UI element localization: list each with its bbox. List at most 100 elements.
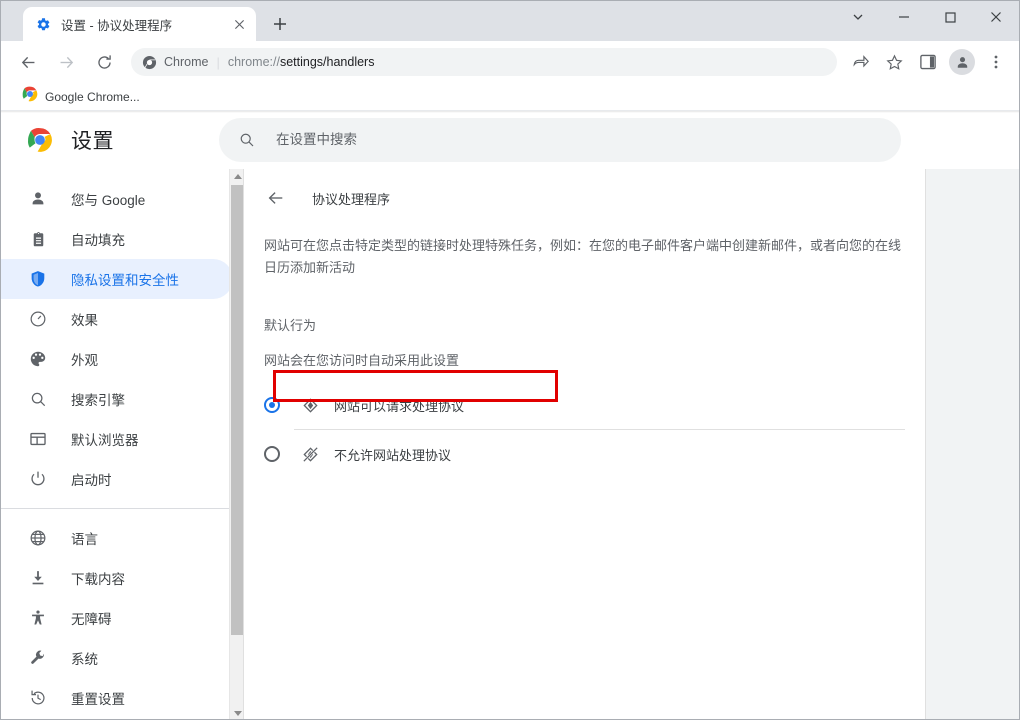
section-subtitle: 网站会在您访问时自动采用此设置 — [264, 353, 460, 368]
url-prefix: chrome:// — [227, 55, 280, 69]
back-icon[interactable] — [13, 47, 43, 77]
globe-icon — [28, 528, 48, 548]
settings-body: 您与 Google 自动填充 隐私设置和安全性 效果 外观 搜索引擎 默认浏览器… — [1, 169, 1019, 719]
omnibox-separator: | — [216, 54, 220, 70]
power-icon — [28, 469, 48, 489]
sidebar-scrollbar[interactable] — [229, 169, 243, 719]
sidebar-item-downloads[interactable]: 下载内容 — [1, 558, 233, 598]
subpage-title: 协议处理程序 — [312, 191, 391, 207]
palette-icon — [28, 349, 48, 369]
sidebar-item-appearance[interactable]: 外观 — [1, 339, 233, 379]
sidebar-item-label: 自动填充 — [71, 233, 125, 248]
sidebar-divider — [1, 508, 243, 509]
gear-icon — [35, 16, 51, 32]
search-icon — [238, 131, 256, 149]
omnibox-url: chrome://settings/handlers — [228, 55, 375, 69]
settings-search-box[interactable] — [219, 117, 901, 162]
radio-button-allow[interactable] — [262, 395, 282, 415]
bookmark-label: Google Chrome... — [45, 89, 140, 104]
sidebar-item-default-browser[interactable]: 默认浏览器 — [1, 419, 233, 459]
tab-title: 设置 - 协议处理程序 — [61, 18, 173, 33]
sidebar-primary-list: 您与 Google 自动填充 隐私设置和安全性 效果 外观 搜索引擎 默认浏览器… — [1, 169, 243, 499]
share-icon[interactable] — [846, 48, 874, 76]
sidebar-item-you-and-google[interactable]: 您与 Google — [1, 179, 233, 219]
sidebar-item-label: 您与 Google — [71, 193, 146, 208]
maximize-icon[interactable] — [927, 1, 973, 33]
person-icon — [28, 189, 48, 209]
side-panel-icon[interactable] — [914, 48, 942, 76]
section-title: 默认行为 — [264, 318, 317, 333]
wrench-icon — [28, 648, 48, 668]
sidebar-secondary-list: 语言 下载内容 无障碍 系统 重置设置 — [1, 518, 243, 718]
radio-button-block[interactable] — [262, 444, 282, 464]
bookmark-item[interactable]: Google Chrome... — [15, 83, 147, 110]
radio-label: 网站可以请求处理协议 — [334, 398, 465, 414]
sidebar-item-label: 外观 — [71, 353, 98, 368]
sidebar-item-label: 默认浏览器 — [71, 433, 139, 448]
radio-option-block[interactable]: 不允许网站处理协议 — [244, 430, 925, 478]
settings-page: 设置 在设置中搜索 您与 Google 自动填充 隐私设置和安全性 效果 外观 … — [1, 111, 1019, 719]
sidebar-item-label: 效果 — [71, 313, 98, 328]
search-icon — [28, 389, 48, 409]
url-path: settings/handlers — [279, 55, 375, 69]
chrome-logo-icon — [27, 127, 53, 153]
radio-label: 不允许网站处理协议 — [334, 447, 452, 463]
back-arrow-icon[interactable] — [264, 186, 288, 210]
protocol-handler-icon — [300, 395, 320, 415]
search-input[interactable] — [274, 131, 882, 148]
sidebar-item-system[interactable]: 系统 — [1, 638, 233, 678]
settings-header: 设置 — [1, 111, 1019, 169]
sidebar-item-autofill[interactable]: 自动填充 — [1, 219, 233, 259]
sidebar-item-label: 下载内容 — [71, 572, 125, 587]
sidebar-item-label: 搜索引擎 — [71, 393, 125, 408]
subpage-header: 协议处理程序 — [244, 169, 925, 227]
settings-sidebar: 您与 Google 自动填充 隐私设置和安全性 效果 外观 搜索引擎 默认浏览器… — [1, 169, 243, 719]
download-icon — [28, 568, 48, 588]
sidebar-item-performance[interactable]: 效果 — [1, 299, 233, 339]
close-window-icon[interactable] — [973, 1, 1019, 33]
history-restore-icon — [28, 688, 48, 708]
scroll-down-arrow-icon[interactable] — [230, 706, 243, 719]
address-bar[interactable]: Chrome | chrome://settings/handlers — [131, 48, 837, 76]
accessibility-icon — [28, 608, 48, 628]
sidebar-item-label: 隐私设置和安全性 — [71, 273, 179, 288]
reload-icon[interactable] — [89, 47, 119, 77]
default-behavior-radio-group: 网站可以请求处理协议 不允许网站处理协议 — [244, 381, 925, 478]
sidebar-item-languages[interactable]: 语言 — [1, 518, 233, 558]
sidebar-item-label: 无障碍 — [71, 612, 112, 627]
sidebar-item-label: 启动时 — [71, 473, 112, 488]
speedometer-icon — [28, 309, 48, 329]
chrome-logo-icon — [22, 86, 38, 107]
profile-avatar[interactable] — [949, 49, 975, 75]
sidebar-item-accessibility[interactable]: 无障碍 — [1, 598, 233, 638]
sidebar-item-search-engine[interactable]: 搜索引擎 — [1, 379, 233, 419]
browser-window-icon — [28, 429, 48, 449]
radio-indicator — [264, 446, 280, 462]
bookmarks-bar: Google Chrome... — [1, 83, 1019, 111]
sidebar-item-label: 重置设置 — [71, 692, 125, 707]
tab-search-icon[interactable] — [835, 1, 881, 33]
minimize-icon[interactable] — [881, 1, 927, 33]
page-description: 网站可在您点击特定类型的链接时处理特殊任务，例如：在您的电子邮件客户端中创建新邮… — [264, 238, 902, 275]
browser-window: 设置 - 协议处理程序 Chrome | chrome://settings/h… — [0, 0, 1020, 720]
browser-toolbar: Chrome | chrome://settings/handlers — [1, 41, 1019, 83]
scrollbar-thumb[interactable] — [231, 185, 243, 635]
clipboard-icon — [28, 229, 48, 249]
radio-indicator — [264, 397, 280, 413]
forward-icon[interactable] — [51, 47, 81, 77]
more-menu-icon[interactable] — [982, 48, 1010, 76]
sidebar-item-privacy-and-security[interactable]: 隐私设置和安全性 — [1, 259, 233, 299]
sidebar-item-label: 系统 — [71, 652, 98, 667]
bookmark-star-icon[interactable] — [880, 48, 908, 76]
new-tab-button[interactable] — [266, 10, 294, 38]
sidebar-item-reset-settings[interactable]: 重置设置 — [1, 678, 233, 718]
settings-content-card: 协议处理程序 网站可在您点击特定类型的链接时处理特殊任务，例如：在您的电子邮件客… — [243, 169, 926, 719]
page-title: 设置 — [71, 129, 114, 153]
protocol-handler-blocked-icon — [300, 444, 320, 464]
sidebar-item-on-startup[interactable]: 启动时 — [1, 459, 233, 499]
browser-tab[interactable]: 设置 - 协议处理程序 — [23, 7, 256, 41]
scroll-up-arrow-icon[interactable] — [230, 169, 243, 184]
radio-option-allow[interactable]: 网站可以请求处理协议 — [244, 381, 925, 429]
window-controls — [835, 1, 1019, 33]
close-icon[interactable] — [231, 16, 247, 32]
